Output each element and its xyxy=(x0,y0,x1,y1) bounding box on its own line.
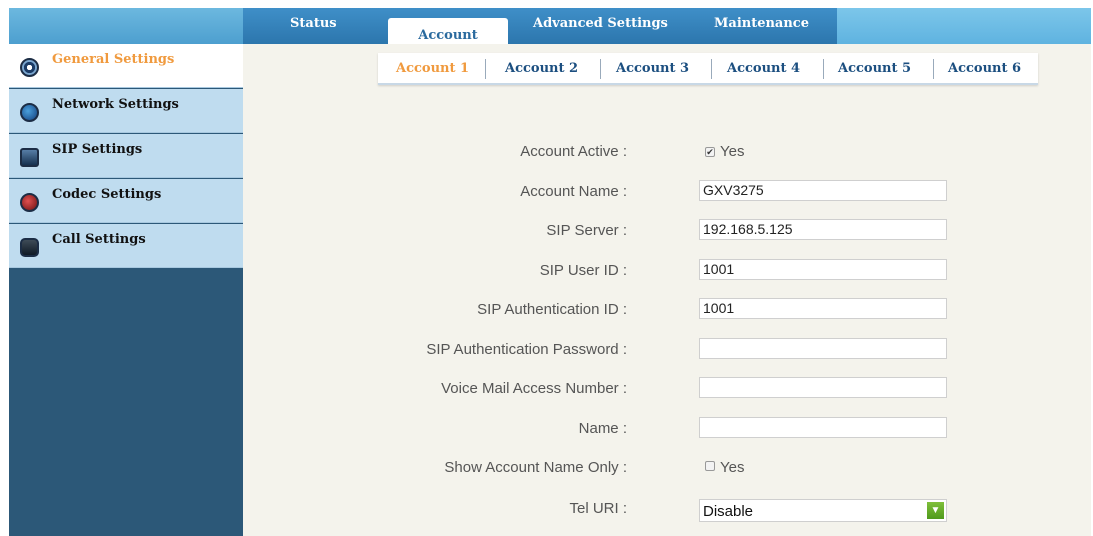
sip-auth-password-label: SIP Authentication Password : xyxy=(426,341,627,358)
sip-server-input[interactable]: 192.168.5.125 xyxy=(699,219,947,240)
voice-mail-input[interactable] xyxy=(699,377,947,398)
sidebar-item-label: Call Settings xyxy=(52,232,146,247)
voice-mail-label: Voice Mail Access Number : xyxy=(441,380,627,397)
sidebar-item-label: Codec Settings xyxy=(52,187,162,202)
sidebar-item-call-settings[interactable]: Call Settings xyxy=(9,224,243,268)
name-label: Name : xyxy=(578,420,627,437)
account-active-checkbox[interactable]: ✔ xyxy=(705,147,715,157)
sidebar-item-label: Network Settings xyxy=(52,97,179,112)
show-account-name-option: Yes xyxy=(720,459,745,476)
subtab-account-3[interactable]: Account 3 xyxy=(616,61,689,76)
sip-server-label: SIP Server : xyxy=(546,222,627,239)
sidebar-item-codec-settings[interactable]: Codec Settings xyxy=(9,179,243,223)
subtab-divider xyxy=(600,59,601,79)
tel-uri-selected-value: Disable xyxy=(703,503,754,520)
tab-status[interactable]: Status xyxy=(290,16,337,31)
show-account-name-checkbox[interactable] xyxy=(705,461,715,471)
sidebar-item-network-settings[interactable]: Network Settings xyxy=(9,89,243,133)
tel-uri-label: Tel URI : xyxy=(569,500,627,517)
sidebar-item-general-settings[interactable]: General Settings xyxy=(9,44,243,88)
sidebar: General Settings Network Settings SIP Se… xyxy=(9,44,243,536)
sip-user-id-label: SIP User ID : xyxy=(539,262,627,279)
top-bar-left-spacer xyxy=(9,8,243,44)
sip-auth-id-label: SIP Authentication ID : xyxy=(477,301,627,318)
account-active-label: Account Active : xyxy=(520,143,627,160)
subtab-account-5[interactable]: Account 5 xyxy=(838,61,911,76)
main-tabs: Status Account Advanced Settings Mainten… xyxy=(243,8,837,48)
sip-user-id-input[interactable]: 1001 xyxy=(699,259,947,280)
chevron-down-icon[interactable]: ▼ xyxy=(927,502,944,519)
sidebar-item-label: SIP Settings xyxy=(52,142,143,157)
subtab-account-6[interactable]: Account 6 xyxy=(948,61,1021,76)
subtab-divider xyxy=(485,59,486,79)
codec-icon xyxy=(20,193,39,212)
subtab-divider xyxy=(823,59,824,79)
gear-icon xyxy=(20,58,39,77)
main-content: Account 1 Account 2 Account 3 Account 4 … xyxy=(243,44,1091,536)
subtab-account-2[interactable]: Account 2 xyxy=(505,61,578,76)
subtab-divider xyxy=(711,59,712,79)
phone-icon xyxy=(20,238,39,257)
subtab-account-1[interactable]: Account 1 xyxy=(396,61,469,76)
show-account-name-label: Show Account Name Only : xyxy=(444,459,627,476)
tab-advanced-settings[interactable]: Advanced Settings xyxy=(533,16,668,31)
account-active-option: Yes xyxy=(720,143,745,160)
subtab-divider xyxy=(933,59,934,79)
sip-auth-password-input[interactable] xyxy=(699,338,947,359)
sip-auth-id-input[interactable]: 1001 xyxy=(699,298,947,319)
globe-icon xyxy=(20,103,39,122)
tel-uri-select[interactable]: Disable ▼ xyxy=(699,499,947,522)
tab-maintenance[interactable]: Maintenance xyxy=(714,16,809,31)
account-subtabs: Account 1 Account 2 Account 3 Account 4 … xyxy=(378,53,1038,85)
sidebar-item-sip-settings[interactable]: SIP Settings xyxy=(9,134,243,178)
account-name-label: Account Name : xyxy=(520,183,627,200)
show-account-name-checkbox-group: Yes xyxy=(705,459,744,476)
account-active-checkbox-group: ✔ Yes xyxy=(705,143,744,160)
top-navigation-bar: Status Account Advanced Settings Mainten… xyxy=(9,8,1091,48)
account-name-input[interactable]: GXV3275 xyxy=(699,180,947,201)
sidebar-item-label: General Settings xyxy=(52,52,175,67)
name-input[interactable] xyxy=(699,417,947,438)
subtab-account-4[interactable]: Account 4 xyxy=(727,61,800,76)
server-icon xyxy=(20,148,39,167)
